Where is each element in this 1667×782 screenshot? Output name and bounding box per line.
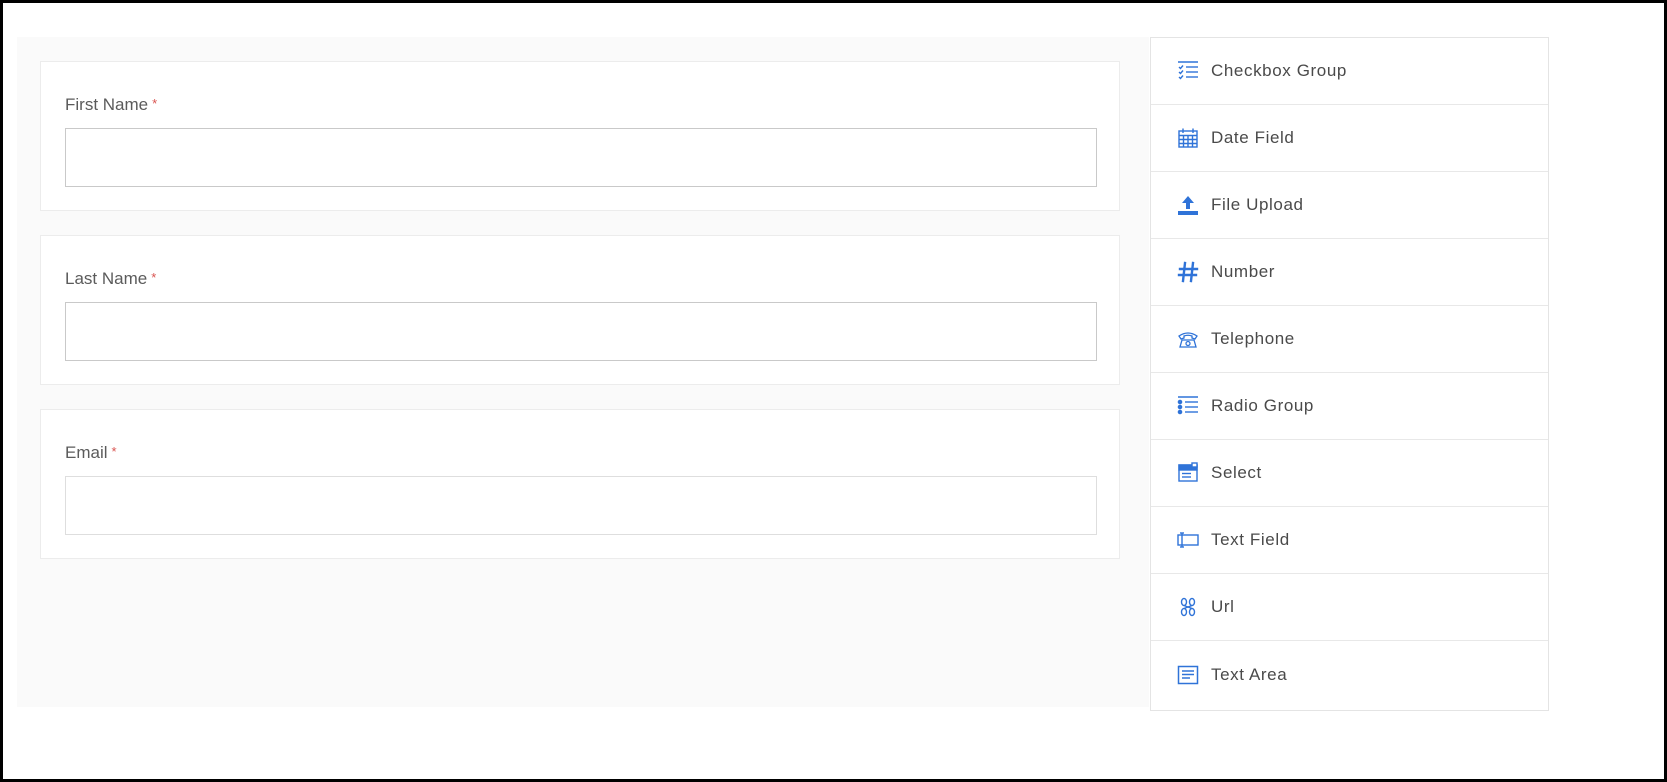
form-field-email[interactable]: Email * xyxy=(40,409,1120,559)
palette-item-label: Text Field xyxy=(1211,530,1290,549)
required-marker: * xyxy=(152,96,158,111)
palette-item-label: Checkbox Group xyxy=(1211,61,1347,80)
palette-item-date-field[interactable]: Date Field xyxy=(1151,105,1548,172)
palette-item-radio-group[interactable]: Radio Group xyxy=(1151,373,1548,440)
hash-icon xyxy=(1177,261,1199,283)
field-label: Last Name * xyxy=(65,269,157,288)
palette-item-label: Date Field xyxy=(1211,128,1295,147)
palette-item-label: Telephone xyxy=(1211,329,1295,348)
required-marker: * xyxy=(151,270,157,285)
palette-item-label: Select xyxy=(1211,463,1262,482)
palette-item-text-field[interactable]: Text Field xyxy=(1151,507,1548,574)
select-icon xyxy=(1177,462,1199,484)
link-icon xyxy=(1177,596,1199,618)
field-label: Email * xyxy=(65,443,117,462)
email-input[interactable] xyxy=(65,476,1097,535)
palette-item-label: Text Area xyxy=(1211,664,1288,684)
palette-item-label: Radio Group xyxy=(1211,396,1314,415)
palette-item-label: Number xyxy=(1211,262,1276,281)
palette-item-file-upload[interactable]: File Upload xyxy=(1151,172,1548,239)
palette-item-url[interactable]: Url xyxy=(1151,574,1548,641)
form-canvas: First Name * Last Name * Email * xyxy=(17,37,1149,707)
last-name-input[interactable] xyxy=(65,302,1097,361)
text-area-icon xyxy=(1177,664,1199,686)
app-frame: First Name * Last Name * Email * Checkbox G… xyxy=(0,0,1667,782)
palette-item-label: Url xyxy=(1211,597,1235,616)
field-label: First Name * xyxy=(65,95,158,114)
palette-item-checkbox-group[interactable]: Checkbox Group xyxy=(1151,38,1548,105)
upload-icon xyxy=(1177,194,1199,216)
palette-item-telephone[interactable]: Telephone xyxy=(1151,306,1548,373)
field-palette: Checkbox Group Date Field File Upload Nu… xyxy=(1150,37,1549,711)
form-field-first-name[interactable]: First Name * xyxy=(40,61,1120,211)
checkbox-list-icon xyxy=(1177,60,1199,82)
palette-item-select[interactable]: Select xyxy=(1151,440,1548,507)
text-field-icon xyxy=(1177,529,1199,551)
first-name-input[interactable] xyxy=(65,128,1097,187)
palette-item-text-area[interactable]: Text Area xyxy=(1151,641,1548,708)
palette-item-number[interactable]: Number xyxy=(1151,239,1548,306)
palette-item-label: File Upload xyxy=(1211,195,1304,214)
radio-list-icon xyxy=(1177,395,1199,417)
telephone-icon xyxy=(1177,328,1199,350)
calendar-icon xyxy=(1177,127,1199,149)
required-marker: * xyxy=(111,444,117,459)
form-field-last-name[interactable]: Last Name * xyxy=(40,235,1120,385)
